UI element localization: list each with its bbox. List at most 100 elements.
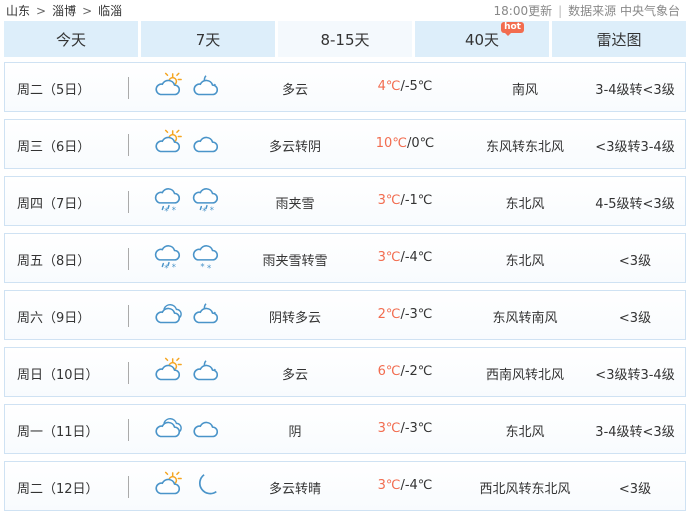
weather-icons [153, 414, 223, 446]
low-temp: /-5℃ [400, 79, 433, 94]
weather-icons: * * * * [153, 243, 223, 275]
weather-description: 雨夹雪转雪 [262, 254, 328, 269]
svg-text:*: * [210, 205, 214, 215]
breadcrumb-district[interactable]: 临淄 [98, 4, 122, 18]
svg-text:*: * [164, 206, 168, 216]
wind-level: 4-5级转<3级 [595, 197, 675, 212]
high-temp: 3℃ [377, 478, 401, 493]
column-divider [128, 476, 129, 498]
forecast-row: 周五（8日） * * * * 雨夹雪转雪 3℃/-4℃ 东北风 <3级 [4, 233, 686, 283]
breadcrumb-separator: > [82, 4, 93, 18]
sleet-icon: ** [154, 188, 180, 216]
day-label: 周日（10日） [17, 368, 99, 383]
weather-icons: * * * * [153, 186, 223, 218]
snow-icon: * * [192, 245, 218, 273]
high-temp: 3℃ [377, 250, 401, 265]
forecast-list: 周二（5日） 多云 4℃/-5℃ 南风 3-4级转<3级 周三（6日） 多云转阴… [4, 62, 686, 518]
wind-level: 3-4级转<3级 [595, 83, 675, 98]
cloud-moon-icon [193, 416, 218, 438]
breadcrumb-province[interactable]: 山东 [6, 4, 30, 18]
partly-cloudy-night-icon [193, 303, 218, 324]
day-label: 周六（9日） [17, 311, 91, 326]
column-divider [128, 191, 129, 213]
tab-label: 8-15天 [320, 30, 370, 49]
partly-cloudy-night-icon [193, 360, 218, 381]
partly-cloudy-night-icon [193, 75, 218, 96]
temperature: 4℃/-5℃ [350, 79, 460, 94]
temperature: 3℃/-1℃ [350, 193, 460, 208]
day-label: 周二（5日） [17, 83, 91, 98]
temperature: 3℃/-4℃ [350, 478, 460, 493]
day-label: 周三（6日） [17, 140, 91, 155]
svg-text:*: * [172, 262, 176, 272]
column-divider [128, 248, 129, 270]
forecast-row: 周六（9日） 阴转多云 2℃/-3℃ 东风转南风 <3级 [4, 290, 686, 340]
day-label: 周五（8日） [17, 254, 91, 269]
update-info: 18:00更新 | 数据来源 中央气象台 [494, 2, 680, 19]
tab-label: 7天 [195, 30, 221, 49]
breadcrumb-city[interactable]: 淄博 [52, 4, 76, 18]
data-source: 数据来源 中央气象台 [568, 4, 680, 18]
overcast-icon [155, 418, 182, 438]
column-divider [128, 362, 129, 384]
high-temp: 3℃ [377, 193, 401, 208]
tab-40-days[interactable]: 40天 hot [415, 21, 549, 57]
low-temp: /-2℃ [400, 364, 433, 379]
tab-label: 今天 [55, 30, 86, 49]
high-temp: 3℃ [377, 421, 401, 436]
temperature: 10℃/0℃ [350, 136, 460, 151]
temperature: 6℃/-2℃ [350, 364, 460, 379]
update-time: 18:00更新 [493, 4, 553, 18]
forecast-row: 周二（12日） 多云转晴 3℃/-4℃ 西北风转东北风 <3级 [4, 461, 686, 511]
weather-icons [153, 471, 223, 503]
column-divider [128, 419, 129, 441]
weather-description: 阴 [288, 425, 302, 440]
low-temp: /-1℃ [400, 193, 433, 208]
top-bar: 山东 > 淄博 > 临淄 18:00更新 | 数据来源 中央气象台 [0, 0, 690, 20]
partly-cloudy-day-icon [155, 72, 182, 96]
temperature: 3℃/-3℃ [350, 421, 460, 436]
low-temp: /-3℃ [400, 421, 433, 436]
partly-cloudy-day-icon [155, 129, 182, 153]
cloud-moon-icon [193, 131, 218, 153]
partly-cloudy-day-icon [155, 357, 182, 381]
wind-level: 3-4级转<3级 [595, 425, 675, 440]
forecast-row: 周三（6日） 多云转阴 10℃/0℃ 东风转东北风 <3级转3-4级 [4, 119, 686, 169]
column-divider [128, 77, 129, 99]
breadcrumb: 山东 > 淄博 > 临淄 [6, 2, 122, 19]
meta-divider: | [558, 4, 563, 18]
low-temp: /-4℃ [400, 478, 433, 493]
wind-level: <3级 [618, 254, 652, 269]
tab-8-15-days[interactable]: 8-15天 [278, 21, 412, 57]
weather-icons [153, 357, 223, 389]
wind-level: <3级 [618, 482, 652, 497]
overcast-icon [155, 304, 182, 324]
weather-icons [153, 129, 223, 161]
temperature: 3℃/-4℃ [350, 250, 460, 265]
tab-radar[interactable]: 雷达图 [552, 21, 686, 57]
tab-label: 雷达图 [596, 30, 642, 49]
wind-level: <3级 [618, 311, 652, 326]
day-label: 周一（11日） [17, 425, 99, 440]
forecast-row: 周四（7日） * * * * 雨夹雪 3℃/-1℃ 东北风 4-5级转<3级 [4, 176, 686, 226]
day-label: 周二（12日） [17, 482, 99, 497]
weather-icons [153, 300, 223, 332]
moon-icon [198, 474, 217, 495]
svg-text:*: * [172, 205, 176, 215]
weather-icons [153, 72, 223, 104]
wind-level: <3级转3-4级 [595, 140, 675, 155]
tab-today[interactable]: 今天 [4, 21, 138, 57]
low-temp: /-4℃ [400, 250, 433, 265]
column-divider [128, 134, 129, 156]
tab-7-days[interactable]: 7天 [141, 21, 275, 57]
high-temp: 10℃ [375, 136, 407, 151]
forecast-row: 周二（5日） 多云 4℃/-5℃ 南风 3-4级转<3级 [4, 62, 686, 112]
weather-description: 多云转晴 [268, 482, 321, 497]
partly-cloudy-day-icon [155, 471, 182, 495]
low-temp: /0℃ [406, 136, 435, 151]
forecast-row: 周一（11日） 阴 3℃/-3℃ 东北风 3-4级转<3级 [4, 404, 686, 454]
svg-text:*: * [164, 263, 168, 273]
svg-text:*: * [200, 261, 204, 271]
wind-level: <3级转3-4级 [595, 368, 675, 383]
weather-description: 多云 [281, 83, 308, 98]
